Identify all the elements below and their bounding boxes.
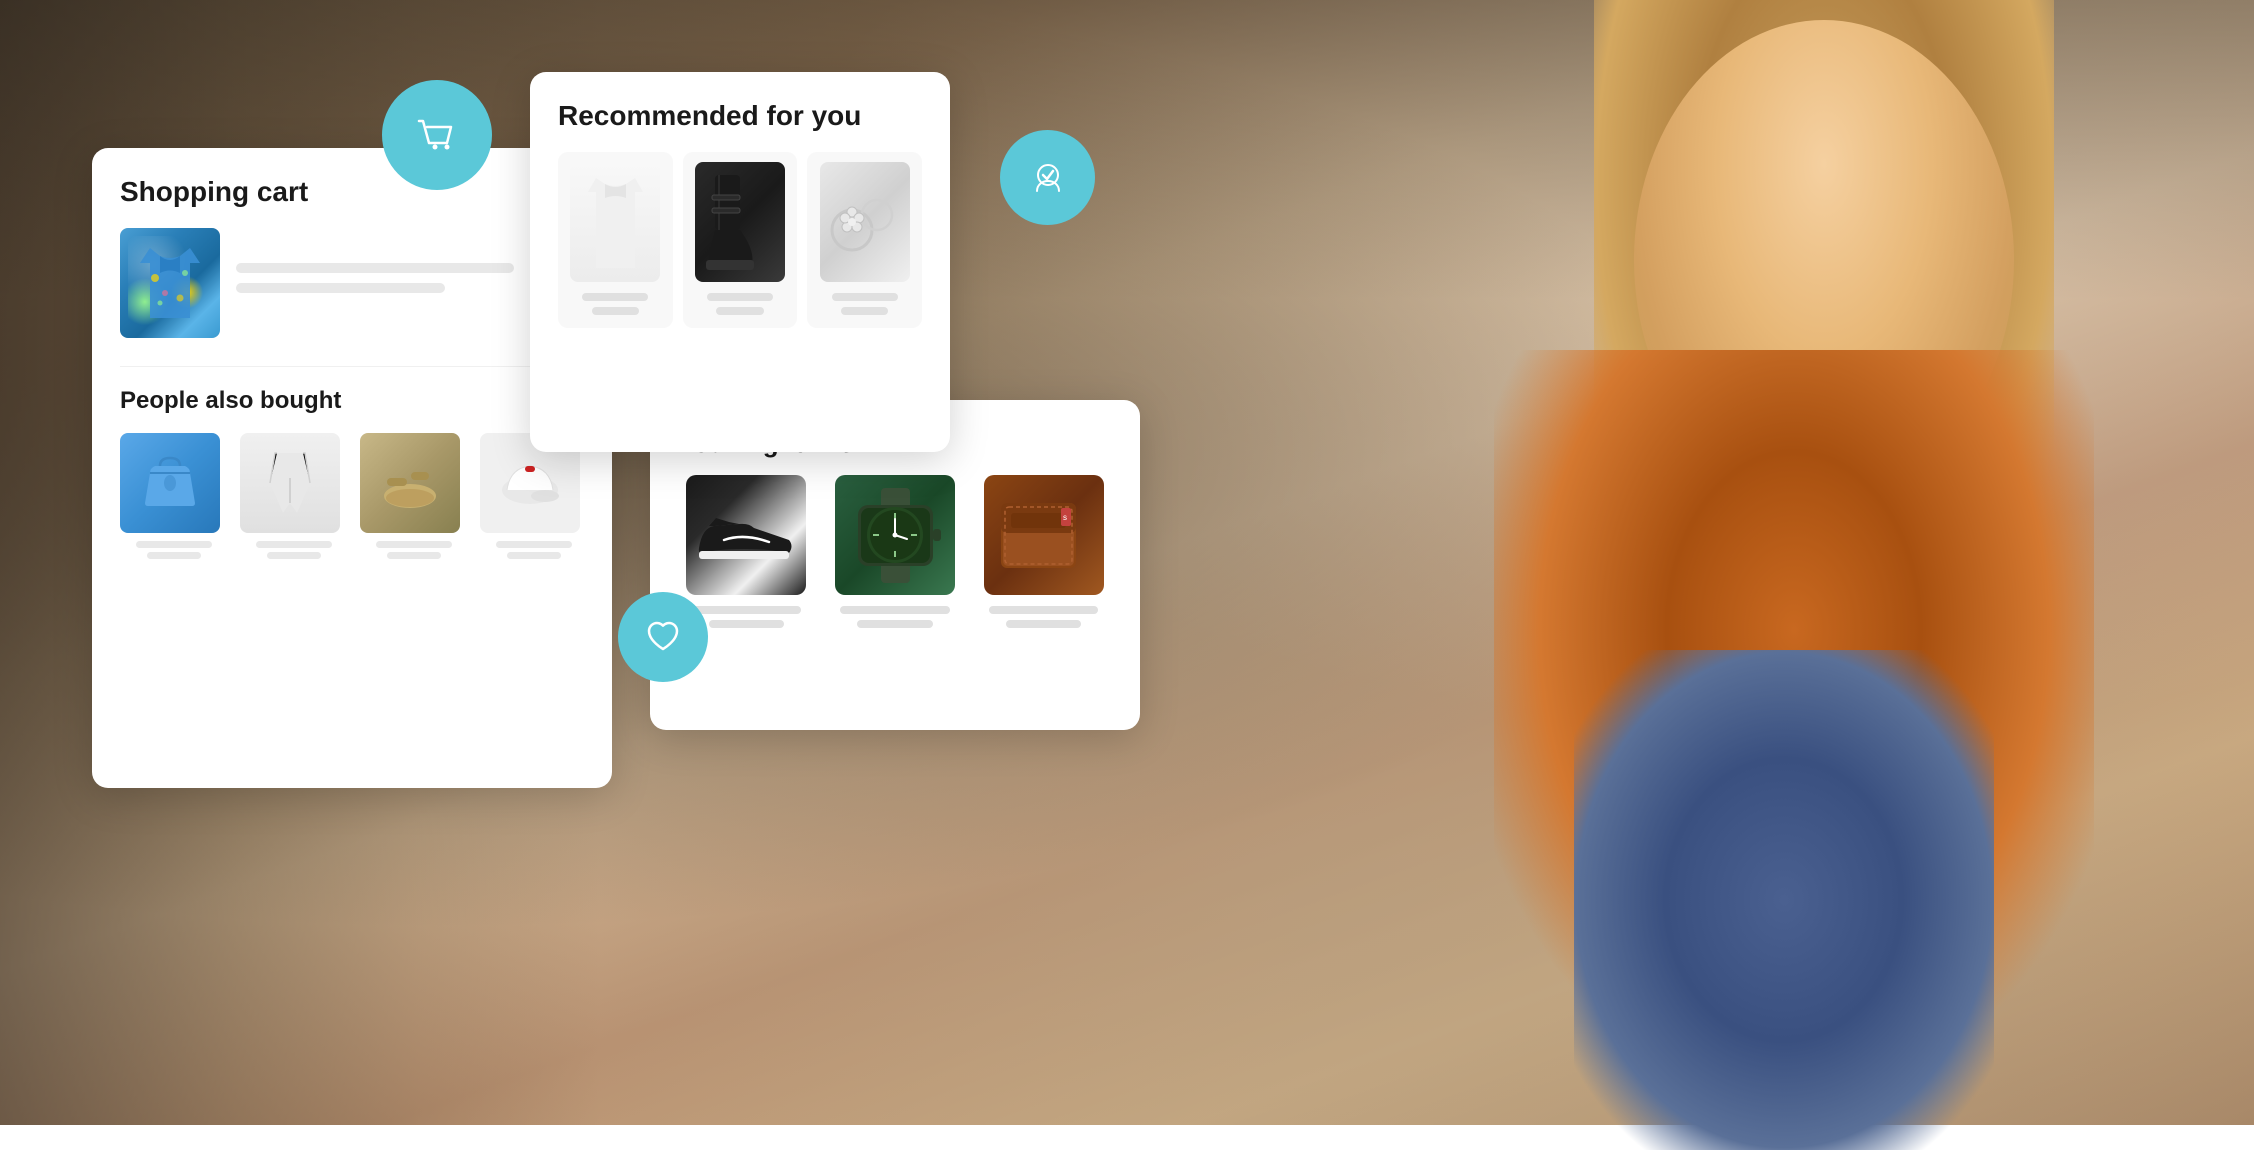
watch-image (835, 475, 955, 595)
boots-price-line (716, 307, 763, 315)
cap-name-line (496, 541, 572, 548)
cap-price-line (507, 552, 561, 559)
recommended-card: Recommended for you (530, 72, 950, 452)
sneakers-price-line (709, 620, 784, 628)
white-top-name-line (582, 293, 648, 301)
cart-item-shirt-image (120, 228, 220, 338)
white-top-price-line (592, 307, 639, 315)
shopping-cart-title: Shopping cart (120, 176, 584, 208)
rec-item-boots[interactable] (683, 152, 798, 328)
watch-name-line (840, 606, 949, 614)
watch-price-line (857, 620, 932, 628)
you-might-like-products-row: s (678, 475, 1112, 631)
also-bought-item-sandals[interactable] (360, 433, 468, 563)
rings-price-line (841, 307, 888, 315)
verify-circle-icon (1000, 130, 1095, 225)
pants-name-line (256, 541, 332, 548)
white-top-image (570, 162, 660, 282)
pants-price-line (267, 552, 321, 559)
cart-item-name-line (236, 263, 514, 273)
rec-item-white-top[interactable] (558, 152, 673, 328)
people-also-bought-title: People also bought (120, 387, 584, 415)
wallet-image: s (984, 475, 1104, 595)
rings-image (820, 162, 910, 282)
also-bought-product-row (120, 433, 584, 563)
rings-name-line (832, 293, 898, 301)
bag-image (120, 433, 220, 533)
sandals-price-line (387, 552, 441, 559)
cart-item-row (120, 228, 584, 338)
wallet-price-line (1006, 620, 1081, 628)
svg-text:s: s (1063, 513, 1067, 522)
bag-name-line (136, 541, 212, 548)
cart-circle-icon (382, 80, 492, 190)
boots-image (695, 162, 785, 282)
ui-overlay: Shopping cart People a (0, 0, 2254, 1125)
recommended-title: Recommended for you (558, 100, 922, 132)
boots-name-line (707, 293, 773, 301)
might-like-item-watch[interactable] (827, 475, 964, 631)
might-like-item-wallet[interactable]: s (975, 475, 1112, 631)
pants-image (240, 433, 340, 533)
cart-item-price-line (236, 283, 445, 293)
sandals-image (360, 433, 460, 533)
rec-item-rings[interactable] (807, 152, 922, 328)
might-like-item-sneakers[interactable] (678, 475, 815, 631)
recommended-products-row (558, 152, 922, 328)
also-bought-item-cap[interactable] (480, 433, 588, 563)
sneakers-name-line (692, 606, 801, 614)
heart-circle-icon (618, 592, 708, 682)
sandals-name-line (376, 541, 452, 548)
bag-price-line (147, 552, 201, 559)
sneakers-image (686, 475, 806, 595)
also-bought-item-bag[interactable] (120, 433, 228, 563)
people-also-bought-section: People also bought (120, 366, 584, 563)
also-bought-item-pants[interactable] (240, 433, 348, 563)
wallet-name-line (989, 606, 1098, 614)
